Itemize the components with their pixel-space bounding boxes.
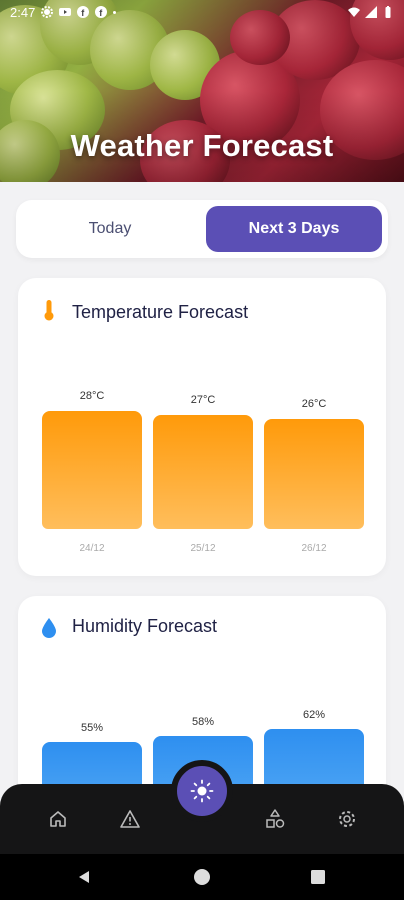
- header-image: Weather Forecast: [0, 0, 404, 182]
- bar-value: 55%: [80, 722, 104, 734]
- bar-date: 25/12: [190, 543, 216, 554]
- thermometer-icon: [44, 300, 54, 321]
- notification-dot-icon: [113, 10, 117, 14]
- bar-value: 58%: [191, 716, 215, 728]
- status-bar: 2:47 f f: [0, 0, 404, 24]
- temperature-card: Temperature Forecast 28°C 24/12 27°C 25/…: [18, 278, 386, 576]
- bar-value: 62%: [302, 709, 326, 721]
- bar-value: 27°C: [190, 394, 216, 406]
- nav-home[interactable]: [43, 804, 73, 834]
- facebook-status-icon: f: [95, 6, 108, 18]
- recents-icon[interactable]: [311, 870, 325, 884]
- facebook-status-icon: f: [77, 6, 90, 18]
- temperature-bars: 28°C 24/12 27°C 25/12 26°C 26/12: [42, 384, 364, 564]
- signal-icon: [365, 6, 377, 18]
- bar: [42, 411, 142, 529]
- back-icon[interactable]: [76, 869, 92, 885]
- warning-icon: [120, 810, 140, 828]
- youtube-status-icon: [59, 8, 72, 16]
- nav-categories[interactable]: [260, 804, 290, 834]
- settings-status-icon: [41, 6, 54, 18]
- bar: [153, 415, 253, 529]
- gear-icon: [339, 811, 355, 827]
- forecast-tabs: Today Next 3 Days: [16, 200, 388, 258]
- water-drop-icon: [42, 618, 56, 638]
- sun-icon: [190, 779, 214, 803]
- bar-date: 24/12: [79, 543, 105, 554]
- home-circle-icon[interactable]: [193, 868, 211, 886]
- bar: [264, 419, 364, 529]
- battery-icon: [385, 6, 391, 18]
- nav-settings[interactable]: [332, 804, 362, 834]
- home-icon: [50, 811, 66, 827]
- wifi-icon: [348, 7, 360, 17]
- bar-date: 26/12: [301, 543, 327, 554]
- bar-value: 26°C: [301, 398, 327, 410]
- nav-alerts[interactable]: [115, 804, 145, 834]
- status-time: 2:47: [10, 4, 36, 20]
- page-title: Weather Forecast: [70, 128, 334, 163]
- shapes-icon: [266, 809, 285, 828]
- weather-fab-button[interactable]: [171, 760, 233, 822]
- tab-next-3-days[interactable]: Next 3 Days: [206, 206, 382, 252]
- tab-today[interactable]: Today: [22, 206, 198, 252]
- temperature-title: Temperature Forecast: [72, 302, 249, 322]
- system-navigation-bar: [0, 854, 404, 900]
- humidity-title: Humidity Forecast: [72, 616, 218, 636]
- bar-value: 28°C: [79, 390, 105, 402]
